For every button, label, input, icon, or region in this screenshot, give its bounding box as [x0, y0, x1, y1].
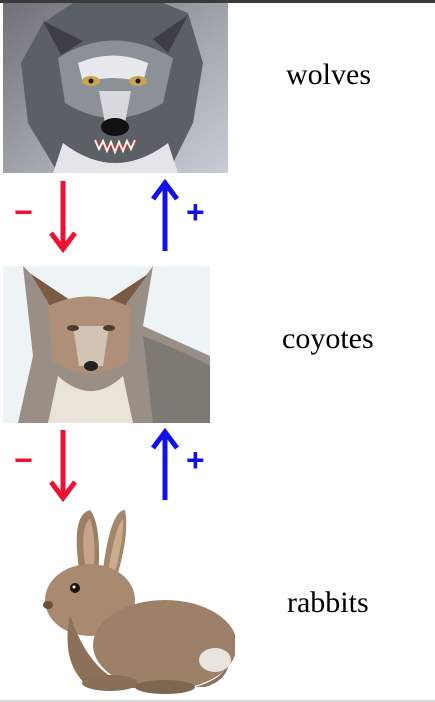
wolf-image: [3, 3, 228, 173]
down-arrow-icon: [49, 181, 77, 253]
rabbit-image: [43, 510, 235, 694]
coyote-image: [3, 266, 210, 423]
animal-label-rabbits: rabbits: [287, 586, 369, 619]
animal-label-coyotes: coyotes: [282, 322, 374, 355]
up-arrow-icon: [151, 428, 179, 500]
positive-sign: +: [186, 442, 205, 478]
down-arrow-icon: [49, 430, 77, 502]
animal-label-wolves: wolves: [286, 58, 371, 91]
positive-sign: +: [186, 194, 205, 230]
negative-sign: −: [14, 194, 33, 230]
up-arrow-icon: [151, 179, 179, 251]
negative-sign: −: [14, 442, 33, 478]
